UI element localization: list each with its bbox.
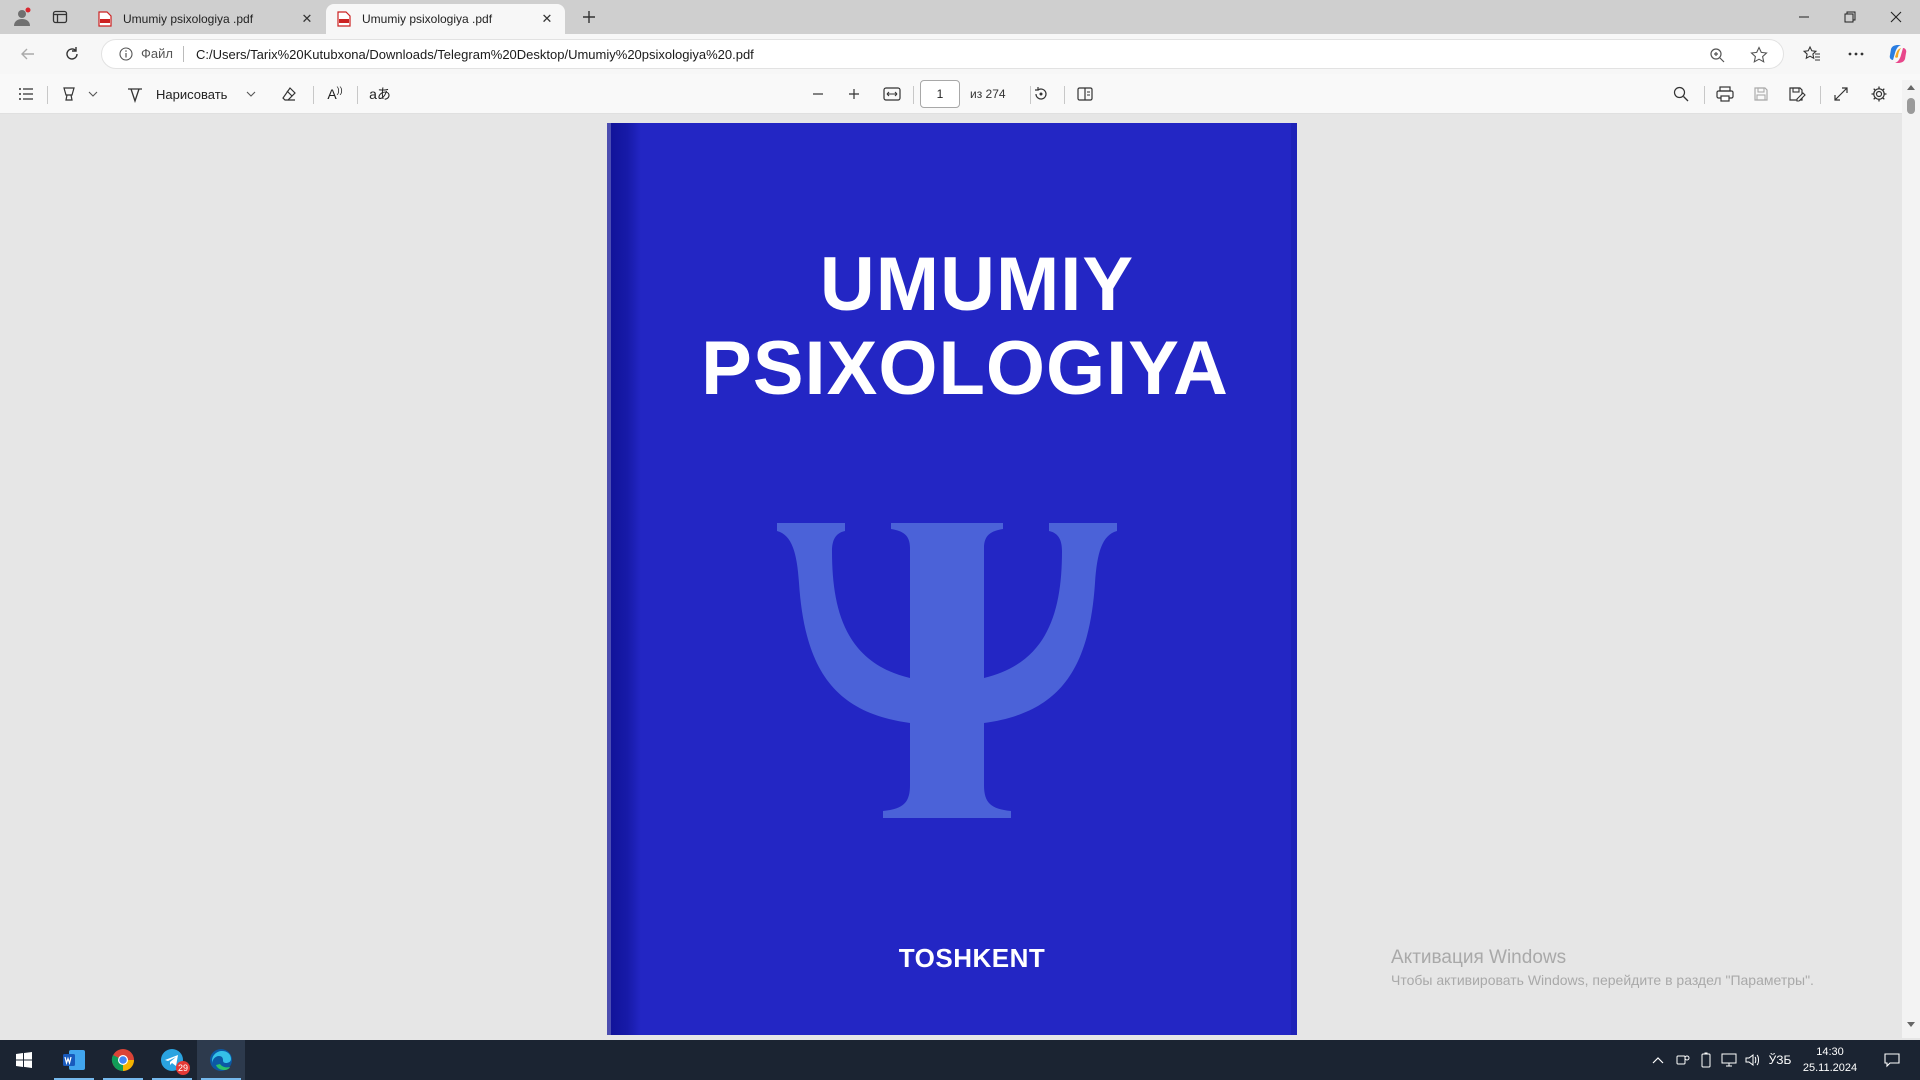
- highlight-icon[interactable]: [56, 80, 82, 108]
- clock-time: 14:30: [1816, 1046, 1844, 1058]
- telegram-badge: 29: [175, 1061, 190, 1075]
- psi-symbol-icon: [777, 523, 1117, 818]
- scroll-up-icon[interactable]: [1906, 82, 1916, 92]
- word-app-icon[interactable]: [50, 1040, 98, 1080]
- zoom-in-icon[interactable]: [842, 80, 866, 108]
- minimize-button[interactable]: [1781, 0, 1827, 34]
- scheme-label: Файл: [141, 46, 184, 62]
- taskbar: 29 ЎЗБ 14:30 25.11.2024: [0, 1040, 1920, 1080]
- network-icon[interactable]: [1718, 1040, 1740, 1080]
- chrome-app-icon[interactable]: [99, 1040, 147, 1080]
- clock[interactable]: 14:30 25.11.2024: [1790, 1044, 1870, 1076]
- draw-icon: [126, 85, 144, 103]
- fullscreen-icon[interactable]: [1828, 80, 1854, 108]
- print-icon[interactable]: [1712, 80, 1738, 108]
- url-text: C:/Users/Tarix%20Kutubxona/Downloads/Tel…: [195, 46, 754, 62]
- scroll-down-icon[interactable]: [1906, 1020, 1916, 1030]
- chevron-down-icon[interactable]: [86, 80, 100, 108]
- page-count: из 274: [970, 87, 1006, 101]
- draw-button[interactable]: Нарисовать: [126, 80, 256, 108]
- cover-title-line2: PSIXOLOGIYA: [701, 326, 1229, 411]
- favorite-star-icon[interactable]: [1744, 40, 1774, 70]
- vertical-scrollbar[interactable]: [1902, 80, 1920, 1038]
- draw-label: Нарисовать: [156, 86, 228, 102]
- volume-icon[interactable]: [1742, 1040, 1764, 1080]
- zoom-out-icon[interactable]: [806, 80, 830, 108]
- edge-app-icon[interactable]: [197, 1040, 245, 1080]
- chevron-up-icon[interactable]: [1646, 1040, 1670, 1080]
- tab-1[interactable]: Umumiy psixologiya .pdf ✕: [87, 4, 325, 34]
- pdf-toolbar: Нарисовать A)) aあ из 274: [0, 74, 1920, 114]
- notifications-icon[interactable]: [1874, 1040, 1910, 1080]
- tab-title: Umumiy psixologiya .pdf: [123, 12, 254, 26]
- search-icon[interactable]: [1668, 80, 1694, 108]
- battery-icon[interactable]: [1696, 1040, 1716, 1080]
- more-options-icon[interactable]: [1840, 38, 1872, 70]
- back-button[interactable]: [12, 38, 44, 70]
- close-window-button[interactable]: [1873, 0, 1919, 34]
- info-icon[interactable]: [117, 45, 135, 63]
- scroll-thumb[interactable]: [1907, 98, 1915, 114]
- restore-button[interactable]: [1827, 0, 1873, 34]
- gear-icon[interactable]: [1866, 80, 1892, 108]
- pdf-file-icon: [336, 11, 352, 27]
- rotate-icon[interactable]: [1028, 80, 1054, 108]
- favorites-icon[interactable]: [1796, 38, 1828, 70]
- copilot-icon[interactable]: [1882, 38, 1914, 70]
- cover-footer: TOSHKENT: [898, 943, 1046, 973]
- profile-icon[interactable]: [8, 0, 36, 34]
- read-aloud-icon[interactable]: A)): [322, 80, 348, 108]
- chevron-down-icon[interactable]: [244, 80, 258, 108]
- eraser-icon[interactable]: [276, 80, 302, 108]
- title-bar: Umumiy psixologiya .pdf ✕ Umumiy psixolo…: [0, 0, 1920, 34]
- activation-text: Чтобы активировать Windows, перейдите в …: [1391, 972, 1814, 988]
- contents-icon[interactable]: [14, 80, 38, 108]
- activation-watermark: Активация Windows Чтобы активировать Win…: [1391, 946, 1814, 990]
- teams-tray-icon[interactable]: [1672, 1040, 1694, 1080]
- plus-icon[interactable]: [575, 0, 603, 34]
- close-tab-icon[interactable]: ✕: [539, 11, 555, 27]
- pdf-page: UMUMIY PSIXOLOGIYA TOSHKENT: [607, 123, 1297, 1035]
- cover-title-line1: UMUMIY: [819, 242, 1135, 327]
- address-bar: Файл C:/Users/Tarix%20Kutubxona/Download…: [0, 34, 1920, 74]
- fit-width-icon[interactable]: [879, 80, 905, 108]
- start-button[interactable]: [0, 1040, 48, 1080]
- tab-title: Umumiy psixologiya .pdf: [362, 12, 493, 26]
- save-icon[interactable]: [1748, 80, 1774, 108]
- pdf-viewer[interactable]: UMUMIY PSIXOLOGIYA TOSHKENT: [0, 115, 1902, 1035]
- save-as-icon[interactable]: [1784, 80, 1810, 108]
- address-input[interactable]: Файл C:/Users/Tarix%20Kutubxona/Download…: [101, 39, 1784, 69]
- clock-date: 25.11.2024: [1802, 1062, 1858, 1074]
- tab-actions-icon[interactable]: [46, 0, 74, 34]
- activation-title: Активация Windows: [1391, 947, 1567, 968]
- zoom-icon[interactable]: [1702, 40, 1732, 70]
- page-view-icon[interactable]: [1072, 80, 1098, 108]
- page-number-input[interactable]: [920, 80, 960, 108]
- refresh-button[interactable]: [56, 38, 88, 70]
- telegram-app-icon[interactable]: 29: [148, 1040, 196, 1080]
- translate-icon[interactable]: aあ: [366, 80, 394, 108]
- tab-2[interactable]: Umumiy psixologiya .pdf ✕: [326, 4, 565, 34]
- pdf-file-icon: [97, 11, 113, 27]
- close-tab-icon[interactable]: ✕: [299, 11, 315, 27]
